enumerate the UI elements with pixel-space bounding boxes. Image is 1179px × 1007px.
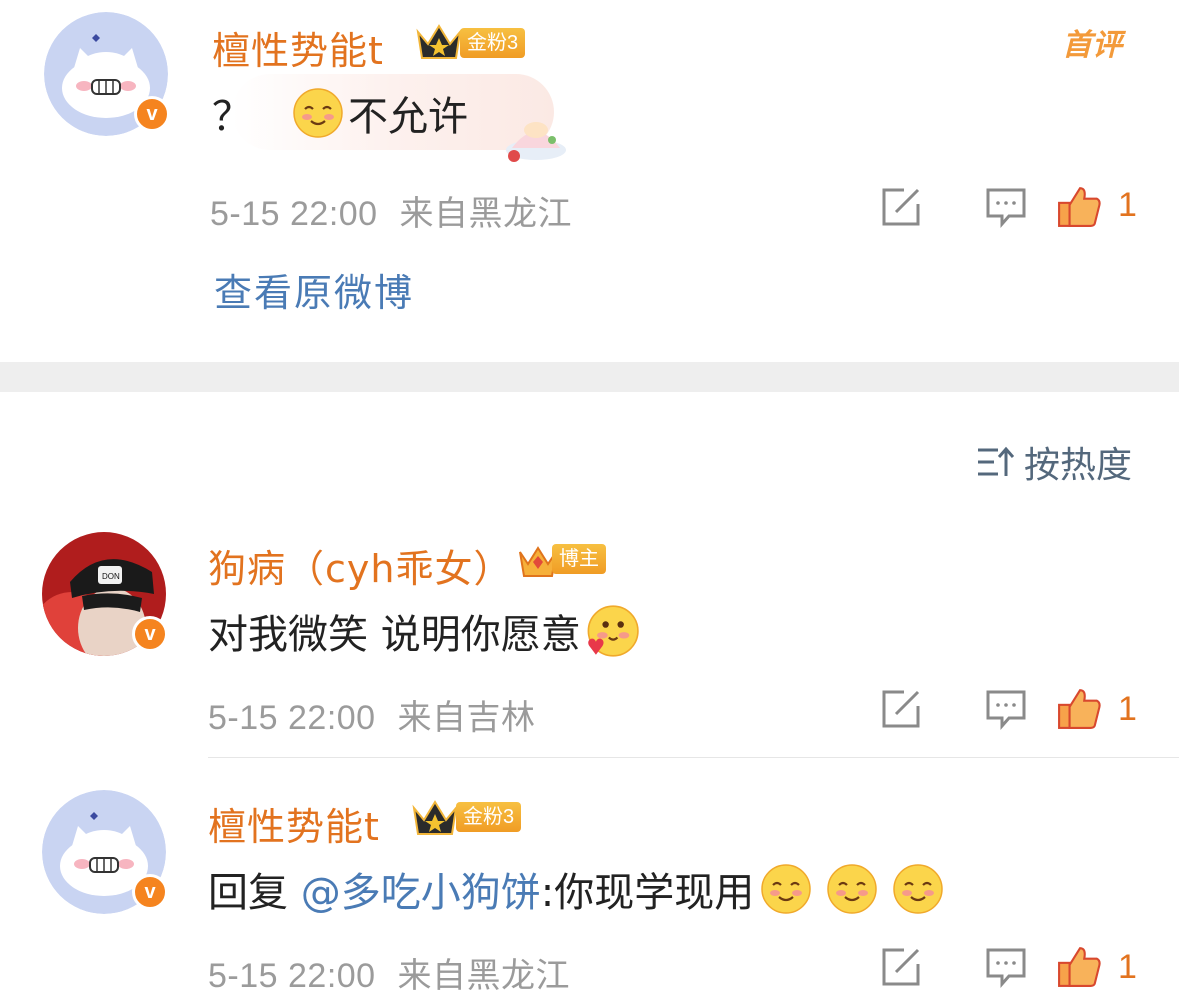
sort-by-hot-button[interactable]: 按热度 xyxy=(976,436,1132,488)
like-icon[interactable] xyxy=(1056,184,1102,228)
crown-icon xyxy=(412,800,458,835)
smile-emoji-icon xyxy=(893,864,943,914)
like-count: 1 xyxy=(1118,186,1137,224)
svg-text:DON: DON xyxy=(102,572,120,581)
comment-time: 5-15 22:00 xyxy=(208,699,376,737)
comment-text: 对我微笑 说明你愿意 xyxy=(208,602,643,660)
comment-icon[interactable] xyxy=(985,186,1027,228)
comment-divider xyxy=(208,757,1179,758)
comment-icon[interactable] xyxy=(985,946,1027,988)
fan-level-badge[interactable]: 金粉3 xyxy=(460,28,526,58)
avatar[interactable]: v xyxy=(42,790,168,914)
comment-meta: 5-15 22:00 来自黑龙江 xyxy=(208,948,570,997)
like-icon[interactable] xyxy=(1056,944,1102,988)
comment-text-body: 对我微笑 说明你愿意 xyxy=(208,612,581,658)
username[interactable]: 檀性势能t xyxy=(212,20,384,75)
comment-text-body: 不允许 xyxy=(348,94,468,140)
avatar[interactable]: v xyxy=(44,12,170,136)
comment-text: 回复 @多吃小狗饼 :你现学现用 xyxy=(208,860,948,918)
like-count: 1 xyxy=(1118,948,1137,986)
verified-icon: v xyxy=(132,874,168,910)
comment-meta: 5-15 22:00 来自吉林 xyxy=(208,690,536,739)
username[interactable]: 檀性势能t xyxy=(208,796,380,851)
comment-icon[interactable] xyxy=(985,688,1027,730)
fan-level-badge[interactable]: 金粉3 xyxy=(456,802,522,832)
section-divider xyxy=(0,362,1179,392)
smile-emoji-icon xyxy=(293,88,343,138)
comment-location: 来自吉林 xyxy=(397,698,536,738)
share-icon[interactable] xyxy=(880,688,922,730)
share-icon[interactable] xyxy=(880,946,922,988)
comment-time: 5-15 22:00 xyxy=(210,195,378,233)
reply-prefix: 回复 xyxy=(208,870,301,916)
share-icon[interactable] xyxy=(880,186,922,228)
view-original-link[interactable]: 查看原微博 xyxy=(214,262,414,317)
love-face-emoji-icon xyxy=(587,605,639,657)
comment-meta: 5-15 22:00 来自黑龙江 xyxy=(210,186,572,235)
smile-emoji-icon xyxy=(827,864,877,914)
crown-icon xyxy=(416,24,462,59)
username[interactable]: 狗病（cyh乖女） xyxy=(208,538,512,593)
cake-decoration-icon xyxy=(506,122,566,162)
blogger-badge: 博主 xyxy=(552,544,606,574)
first-comment-tag: 首评 xyxy=(1062,29,1122,62)
comment-time: 5-15 22:00 xyxy=(208,957,376,995)
avatar[interactable]: DON v xyxy=(42,532,168,656)
sort-label: 按热度 xyxy=(1024,445,1133,486)
smile-emoji-icon xyxy=(761,864,811,914)
comment-text-body: :你现学现用 xyxy=(540,870,755,916)
verified-icon: v xyxy=(132,616,168,652)
sort-icon xyxy=(978,446,1014,476)
comment-text: ？ 不允许 xyxy=(212,84,468,142)
like-icon[interactable] xyxy=(1056,686,1102,730)
verified-icon: v xyxy=(134,96,170,132)
comment-text-prefix: ？ xyxy=(212,94,252,140)
comment-location: 来自黑龙江 xyxy=(399,194,573,234)
like-count: 1 xyxy=(1118,690,1137,728)
mention-link[interactable]: @多吃小狗饼 xyxy=(301,860,541,918)
comment-location: 来自黑龙江 xyxy=(397,956,571,996)
